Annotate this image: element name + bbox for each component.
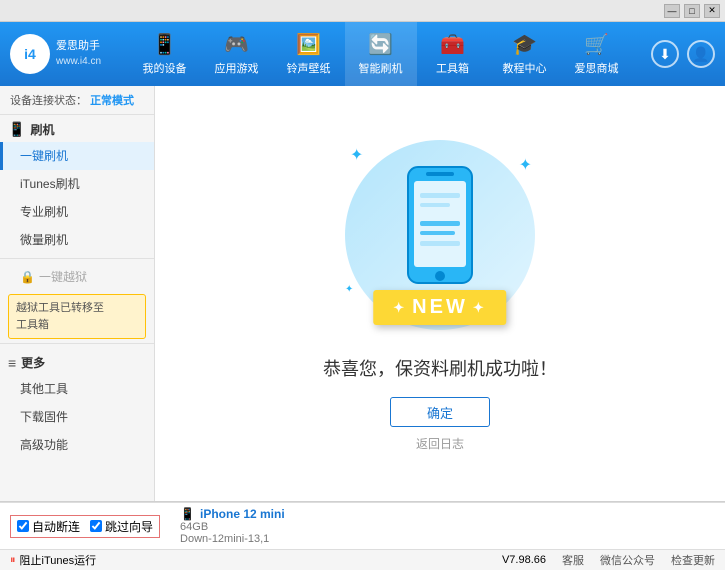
flash-icon: 🔄	[368, 32, 393, 57]
sidebar-item-other-tools[interactable]: 其他工具	[0, 375, 154, 403]
logo-area[interactable]: i4 爱思助手 www.i4.cn	[10, 34, 120, 74]
nav-ringtone-label: 铃声壁纸	[287, 60, 331, 76]
nav-mall[interactable]: 🛒 爱思商城	[561, 22, 633, 86]
itunes-status: ⏸ 阻止iTunes运行	[10, 552, 96, 568]
device-model: Down-12mini-13,1	[180, 533, 285, 545]
success-message: 恭喜您，保资料刷机成功啦！	[323, 355, 557, 381]
phone-illustration	[400, 165, 480, 298]
sidebar-item-advanced[interactable]: 高级功能	[0, 431, 154, 459]
minimize-button[interactable]: —	[664, 4, 680, 18]
bottom-section: 自动断连 跳过向导 📱 iPhone 12 mini 64GB Down-12m…	[0, 501, 725, 570]
ringtone-icon: 🖼️	[296, 32, 321, 57]
sidebar-item-itunes-flash[interactable]: iTunes刷机	[0, 170, 154, 198]
window-controls[interactable]: — □ ✕	[664, 4, 720, 18]
nav-apps-label: 应用游戏	[215, 60, 259, 76]
service-link[interactable]: 客服	[562, 552, 584, 568]
nav-mall-label: 爱思商城	[575, 60, 619, 76]
lock-icon: 🔒	[20, 270, 35, 284]
main-content: ✦ NEW ✦ ✦ ✦ ✦ 恭喜您，保资料刷机成功啦！ 确定 返回日志	[155, 86, 725, 501]
account-button[interactable]: 👤	[687, 40, 715, 68]
sidebar-item-micro-flash[interactable]: 微量刷机	[0, 226, 154, 254]
logo-text: 爱思助手 www.i4.cn	[56, 39, 101, 68]
wechat-link[interactable]: 微信公众号	[600, 552, 655, 568]
device-name: iPhone 12 mini	[200, 507, 285, 521]
logo-letter: i4	[24, 46, 36, 62]
nav-tutorial-label: 教程中心	[503, 60, 547, 76]
apps-icon: 🎮	[224, 32, 249, 57]
download-button[interactable]: ⬇	[651, 40, 679, 68]
success-illustration: ✦ NEW ✦ ✦ ✦ ✦	[340, 135, 540, 335]
sparkle-2: ✦	[519, 155, 532, 175]
status-value: 正常模式	[90, 95, 134, 107]
skip-wizard-checkbox[interactable]: 跳过向导	[90, 518, 153, 535]
nav-apps-games[interactable]: 🎮 应用游戏	[201, 22, 273, 86]
sidebar: 设备连接状态： 正常模式 📱 刷机 一键刷机 iTunes刷机 专业刷机 微量刷…	[0, 86, 155, 501]
itunes-status-label: 阻止iTunes运行	[20, 552, 97, 568]
auto-disconnect-checkbox[interactable]: 自动断连	[17, 518, 80, 535]
header: i4 爱思助手 www.i4.cn 📱 我的设备 🎮 应用游戏 🖼️ 铃声壁纸 …	[0, 22, 725, 86]
sidebar-item-download-firmware[interactable]: 下载固件	[0, 403, 154, 431]
back-home-link[interactable]: 返回日志	[416, 435, 464, 452]
toolbox-icon: 🧰	[440, 32, 465, 57]
device-status: 设备连接状态： 正常模式	[0, 86, 154, 115]
update-link[interactable]: 检查更新	[671, 552, 715, 568]
nav-ringtone[interactable]: 🖼️ 铃声壁纸	[273, 22, 345, 86]
more-group-label: 更多	[21, 354, 45, 371]
flash-group-label: 刷机	[30, 121, 54, 138]
confirm-button[interactable]: 确定	[390, 397, 490, 427]
nav-smart-flash[interactable]: 🔄 智能刷机	[345, 22, 417, 86]
nav-bar: 📱 我的设备 🎮 应用游戏 🖼️ 铃声壁纸 🔄 智能刷机 🧰 工具箱 🎓 教程中…	[120, 22, 641, 86]
flash-group-icon: 📱	[8, 121, 25, 138]
sidebar-group-more: ≡ 更多	[0, 348, 154, 375]
new-badge: ✦ NEW ✦	[373, 290, 506, 325]
device-icon: 📱	[152, 32, 177, 57]
sidebar-group-flash: 📱 刷机	[0, 115, 154, 142]
maximize-button[interactable]: □	[684, 4, 700, 18]
status-label: 设备连接状态：	[10, 95, 87, 107]
skip-wizard-input[interactable]	[90, 520, 102, 532]
header-actions: ⬇ 👤	[651, 40, 715, 68]
sparkle-1: ✦	[350, 145, 363, 165]
sidebar-jailbreak-disabled: 🔒 一键越狱	[0, 263, 154, 290]
nav-toolbox-label: 工具箱	[436, 60, 469, 76]
jailbreak-label: 一键越狱	[39, 268, 87, 285]
device-info: 📱 iPhone 12 mini 64GB Down-12mini-13,1	[180, 507, 285, 545]
skip-wizard-label: 跳过向导	[105, 518, 153, 535]
nav-my-device[interactable]: 📱 我的设备	[129, 22, 201, 86]
auto-disconnect-input[interactable]	[17, 520, 29, 532]
nav-device-label: 我的设备	[143, 60, 187, 76]
jailbreak-note: 越狱工具已转移至工具箱	[8, 294, 146, 339]
nav-toolbox[interactable]: 🧰 工具箱	[417, 22, 489, 86]
auto-disconnect-label: 自动断连	[32, 518, 80, 535]
bottom-right-links: V7.98.66 客服 微信公众号 检查更新	[502, 552, 715, 568]
close-button[interactable]: ✕	[704, 4, 720, 18]
divider-1	[0, 258, 154, 259]
divider-2	[0, 343, 154, 344]
itunes-status-icon: ⏸	[10, 554, 16, 567]
title-bar: — □ ✕	[0, 0, 725, 22]
bottom-row2: ⏸ 阻止iTunes运行 V7.98.66 客服 微信公众号 检查更新	[0, 549, 725, 570]
sidebar-item-pro-flash[interactable]: 专业刷机	[0, 198, 154, 226]
nav-tutorial[interactable]: 🎓 教程中心	[489, 22, 561, 86]
bottom-row1: 自动断连 跳过向导 📱 iPhone 12 mini 64GB Down-12m…	[0, 502, 725, 549]
sidebar-item-one-key-flash[interactable]: 一键刷机	[0, 142, 154, 170]
logo-icon: i4	[10, 34, 50, 74]
device-icon-small: 📱	[180, 507, 195, 521]
sparkle-3: ✦	[345, 284, 353, 295]
main-layout: 设备连接状态： 正常模式 📱 刷机 一键刷机 iTunes刷机 专业刷机 微量刷…	[0, 86, 725, 501]
nav-flash-label: 智能刷机	[359, 60, 403, 76]
mall-icon: 🛒	[584, 32, 609, 57]
more-group-icon: ≡	[8, 355, 16, 371]
version-text: V7.98.66	[502, 554, 546, 566]
tutorial-icon: 🎓	[512, 32, 537, 57]
